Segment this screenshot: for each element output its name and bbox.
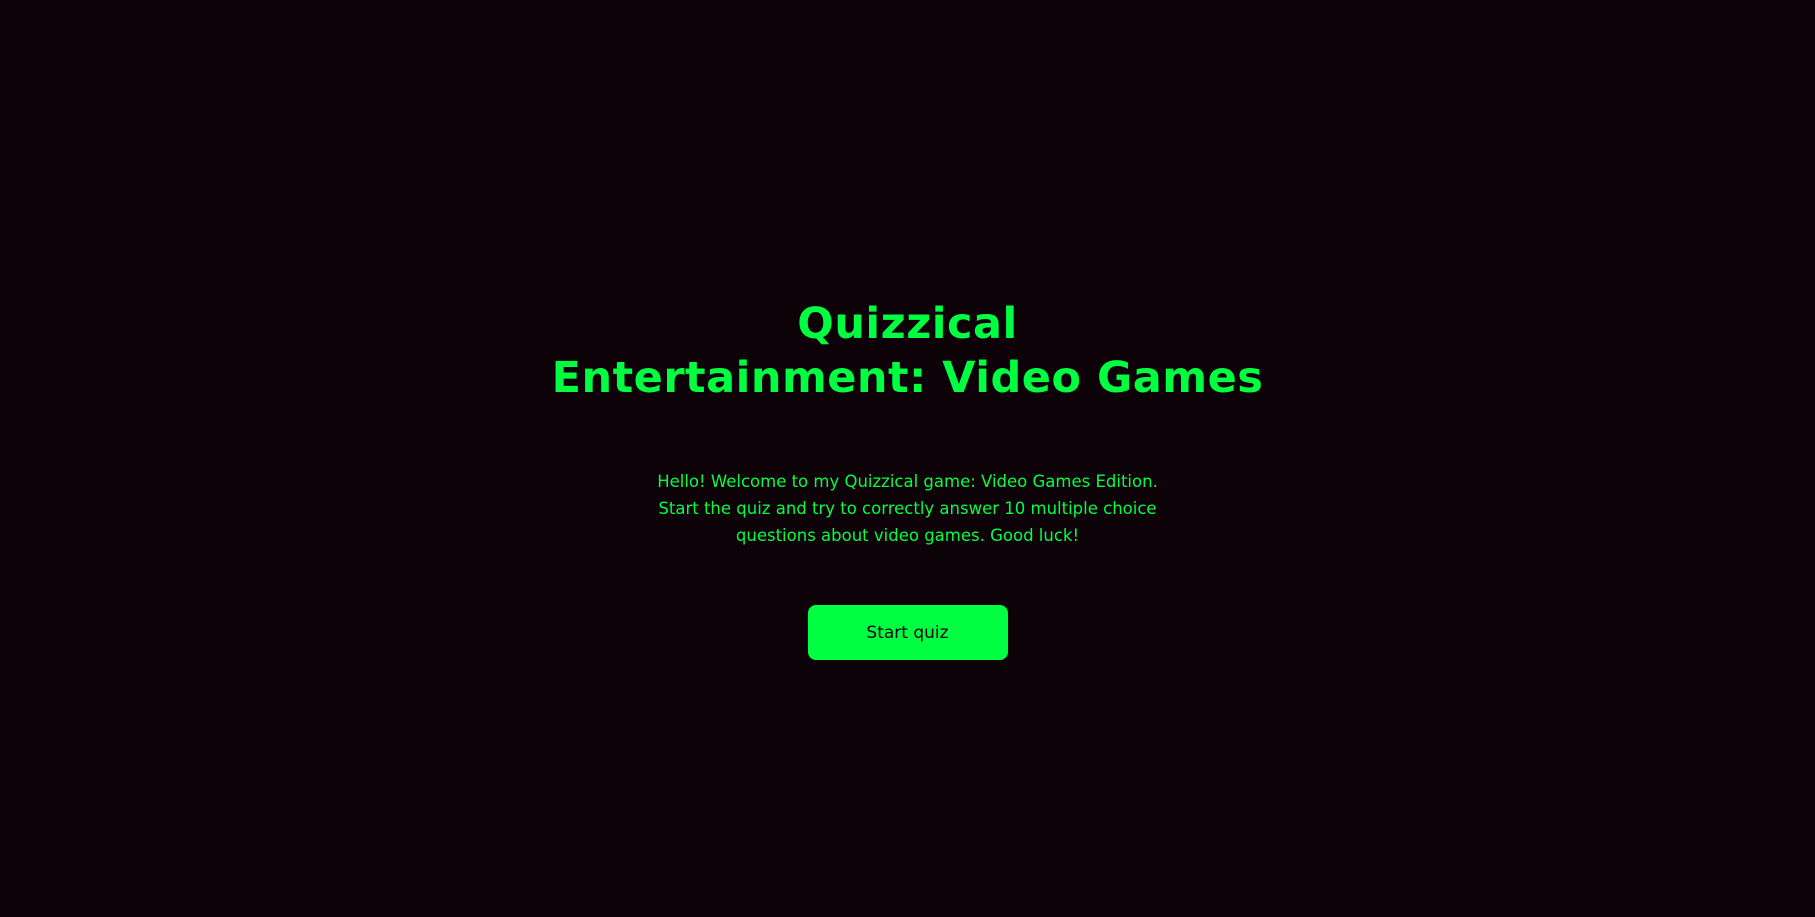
page: Quizzical Entertainment: Video Games Hel… [0, 0, 1815, 917]
welcome-description: Hello! Welcome to my Quizzical game: Vid… [648, 468, 1168, 549]
description-line-3: questions about video games. Good luck! [735, 526, 1080, 545]
intro-screen: Quizzical Entertainment: Video Games Hel… [0, 0, 1815, 917]
title-line-category: Entertainment: Video Games [551, 353, 1264, 403]
description-line-1: Hello! Welcome to my Quizzical game: Vid… [657, 472, 1158, 491]
title-line-app-name: Quizzical [797, 299, 1018, 349]
description-line-2: Start the quiz and try to correctly answ… [658, 499, 1157, 518]
start-quiz-button[interactable]: Start quiz [807, 605, 1008, 660]
page-title: Quizzical Entertainment: Video Games [552, 297, 1264, 405]
